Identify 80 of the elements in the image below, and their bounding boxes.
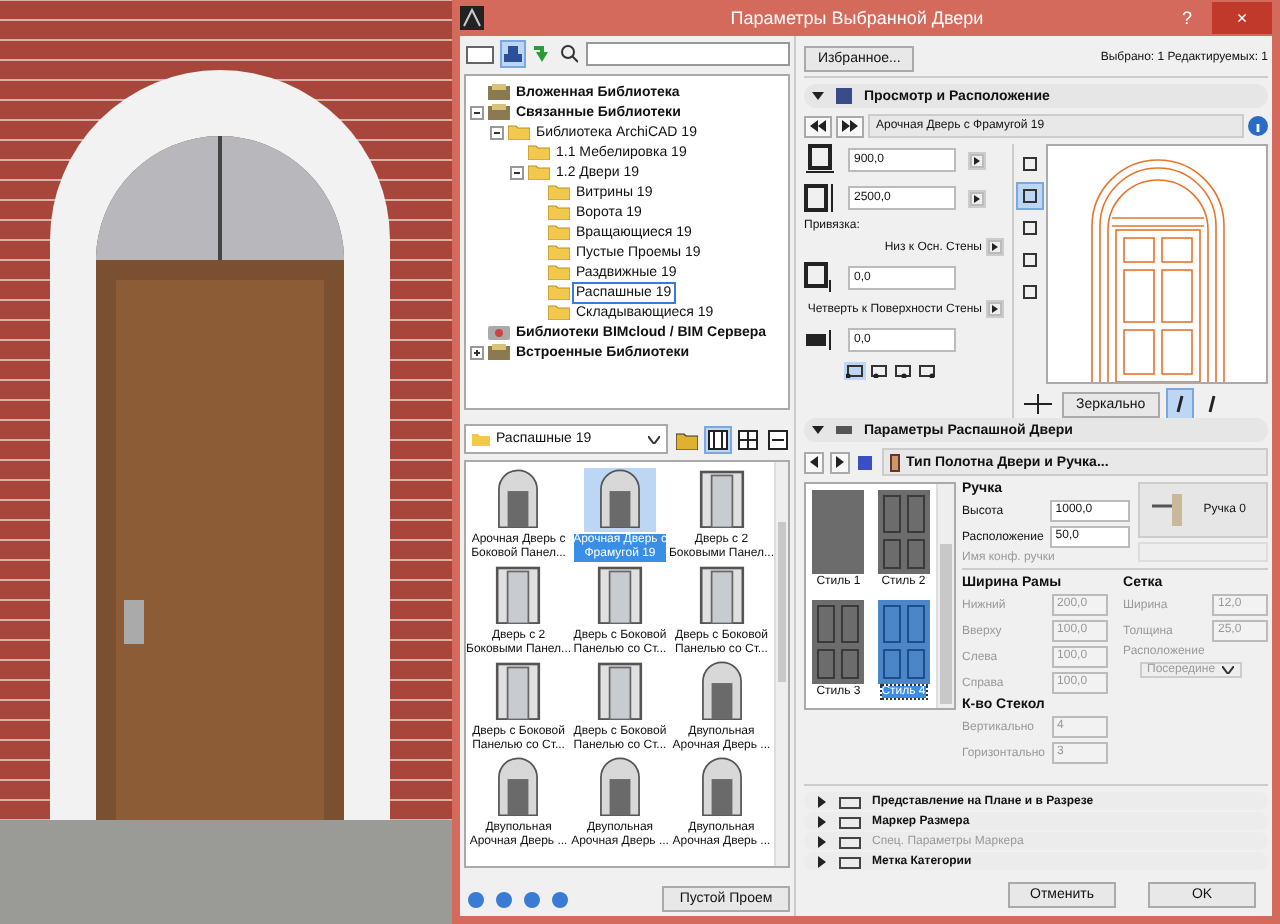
caret-icon[interactable] bbox=[1221, 666, 1234, 674]
collapse-icon[interactable] bbox=[510, 165, 524, 179]
anchor-point-icon[interactable] bbox=[844, 362, 866, 380]
view-icon[interactable] bbox=[1018, 248, 1042, 272]
view-icon[interactable] bbox=[1018, 184, 1042, 208]
door-thumbnail-icon bbox=[594, 756, 646, 816]
app-icon bbox=[460, 6, 484, 30]
info-icon[interactable] bbox=[1248, 116, 1268, 136]
folder-icon bbox=[508, 124, 530, 140]
collapse-icon[interactable] bbox=[490, 125, 504, 139]
view-icon[interactable] bbox=[1018, 280, 1042, 304]
folder-icon bbox=[548, 284, 570, 300]
collapse-icon[interactable] bbox=[470, 105, 484, 119]
view-mode-icon[interactable] bbox=[706, 427, 730, 451]
filter-icon[interactable] bbox=[502, 42, 524, 66]
view-icon[interactable] bbox=[1018, 216, 1042, 240]
anchor-point-icon[interactable] bbox=[868, 362, 890, 380]
folder-icon bbox=[548, 184, 570, 200]
door-thumbnail-icon bbox=[695, 468, 748, 528]
folder-icon bbox=[548, 204, 570, 220]
library-icon bbox=[488, 344, 510, 360]
search-icon[interactable] bbox=[558, 42, 580, 66]
door-leaf-icon bbox=[812, 490, 865, 574]
server-icon bbox=[488, 324, 510, 340]
view-mode-icon[interactable] bbox=[766, 427, 790, 451]
folder-icon bbox=[548, 304, 570, 320]
side-icon[interactable] bbox=[1167, 390, 1192, 418]
height-icon bbox=[804, 182, 836, 214]
door-thumbnail-icon bbox=[594, 660, 646, 720]
sill-icon bbox=[804, 262, 836, 294]
folder-icon bbox=[548, 264, 570, 280]
library-icon bbox=[488, 84, 510, 100]
previous-button[interactable] bbox=[804, 115, 832, 137]
width-icon bbox=[804, 144, 836, 176]
arrow-icon[interactable] bbox=[968, 189, 986, 207]
door-leaf-icon bbox=[877, 490, 930, 574]
anchor-point-icon[interactable] bbox=[892, 362, 914, 380]
library-icon bbox=[488, 104, 510, 120]
collapse-arrow-icon[interactable] bbox=[812, 424, 824, 436]
caret-icon[interactable] bbox=[648, 435, 660, 443]
section-icon bbox=[838, 833, 862, 849]
door-thumbnail-icon bbox=[492, 660, 545, 720]
arrow-icon[interactable] bbox=[968, 151, 986, 169]
folder-icon bbox=[548, 244, 570, 260]
fast-forward-icon bbox=[842, 120, 858, 132]
folder-icon bbox=[472, 432, 490, 446]
collapse-arrow-icon[interactable] bbox=[812, 90, 824, 102]
door-leaf-icon bbox=[812, 599, 865, 683]
view-icon[interactable] bbox=[1018, 152, 1042, 176]
arrow-icon[interactable] bbox=[986, 238, 1004, 256]
scrollbar[interactable] bbox=[774, 462, 788, 866]
search-field[interactable] bbox=[586, 42, 790, 66]
folder-icon bbox=[528, 164, 550, 180]
left-arrow-icon bbox=[810, 456, 818, 468]
door-thumbnail-icon bbox=[695, 564, 748, 624]
next-button[interactable] bbox=[836, 115, 864, 137]
section-icon bbox=[838, 853, 862, 869]
globe-icon[interactable] bbox=[520, 887, 544, 911]
close-button[interactable]: × bbox=[1212, 2, 1272, 34]
previous-button[interactable] bbox=[804, 451, 824, 473]
rewind-icon bbox=[810, 120, 826, 132]
anchor-point-icon[interactable] bbox=[916, 362, 938, 380]
window-title: Параметры Выбранной Двери bbox=[728, 8, 986, 28]
folder-icon bbox=[548, 224, 570, 240]
view-mode-icon[interactable] bbox=[736, 427, 760, 451]
reveal-icon bbox=[804, 324, 836, 356]
folder-icon bbox=[528, 144, 550, 160]
next-button[interactable] bbox=[830, 451, 850, 473]
section-icon bbox=[838, 813, 862, 829]
door-thumbnail-icon bbox=[492, 564, 545, 624]
right-arrow-icon bbox=[836, 456, 844, 468]
door-leaf-icon bbox=[877, 599, 930, 683]
section-icon bbox=[838, 793, 862, 809]
layout-icon[interactable] bbox=[464, 43, 496, 65]
door-thumbnail-icon bbox=[594, 468, 646, 528]
scrollbar[interactable] bbox=[936, 484, 954, 708]
door-thumbnail-icon bbox=[594, 564, 646, 624]
expand-icon[interactable] bbox=[470, 345, 484, 359]
arrow-icon[interactable] bbox=[986, 300, 1004, 318]
folder-add-icon[interactable] bbox=[674, 427, 700, 451]
